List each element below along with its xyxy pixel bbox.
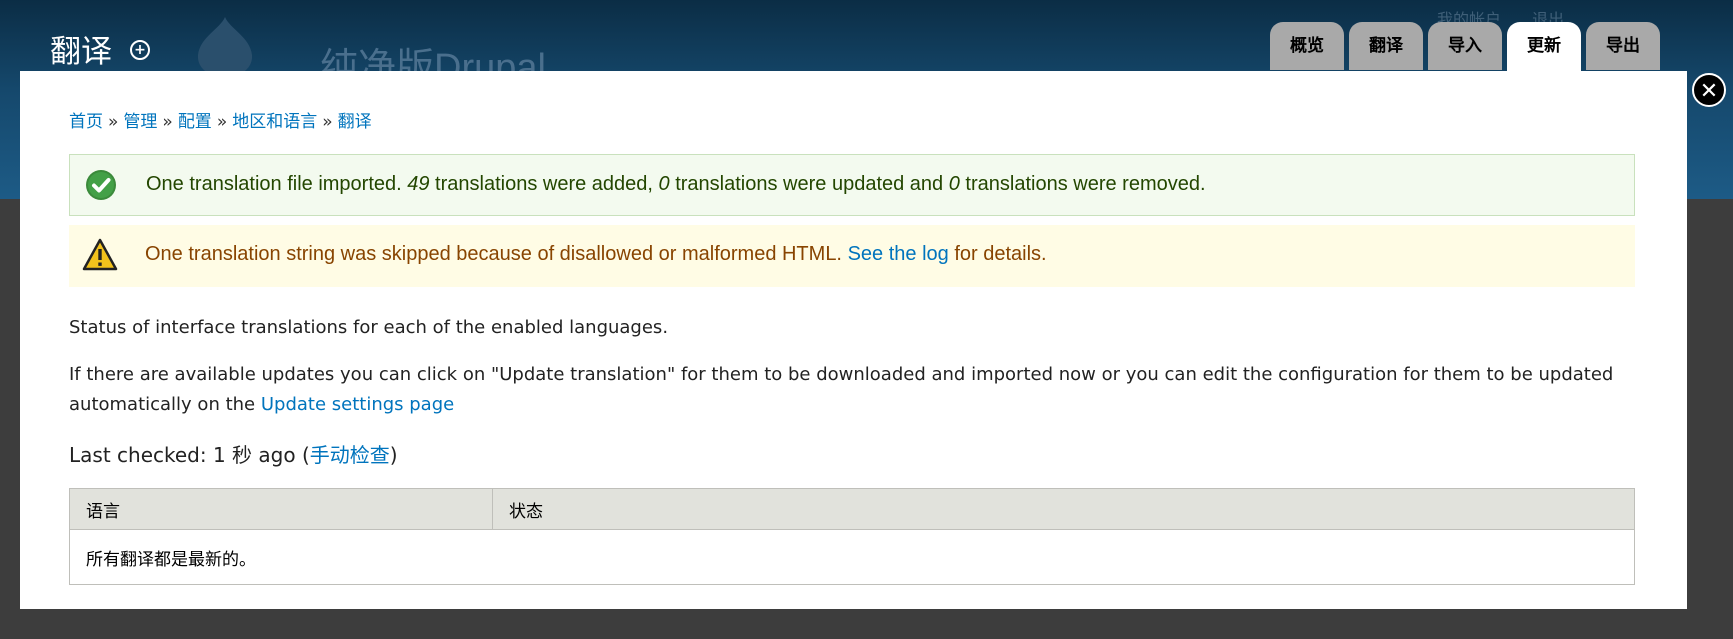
warning-message: One translation string was skipped becau… [69, 225, 1635, 287]
status-text: One translation file imported. [146, 173, 408, 195]
check-icon [86, 170, 116, 200]
column-header-status[interactable]: 状态 [492, 488, 1635, 530]
warning-icon [82, 238, 118, 271]
status-text: translations were updated and [669, 173, 949, 195]
drupal-logo-icon [197, 17, 253, 75]
empty-table-text: 所有翻译都是最新的。 [69, 529, 1635, 585]
page-title: 翻译 [50, 34, 112, 70]
manual-check-link[interactable]: 手动检查 [310, 443, 390, 467]
status-intro: Status of interface translations for eac… [69, 317, 669, 338]
last-checked-label: Last checked: 1 秒 ago ( [69, 443, 310, 467]
last-checked-close: ) [389, 443, 398, 467]
status-text: translations were added, [429, 173, 659, 195]
translation-status-table: 语言 状态 所有翻译都是最新的。 [69, 488, 1635, 585]
close-icon[interactable]: ✕ [1692, 73, 1726, 107]
breadcrumb-admin[interactable]: 管理 [123, 112, 157, 132]
breadcrumb-translate[interactable]: 翻译 [338, 112, 372, 132]
breadcrumb-region-language[interactable]: 地区和语言 [232, 112, 317, 132]
warning-text: One translation string was skipped becau… [145, 243, 848, 265]
last-checked: Last checked: 1 秒 ago (手动检查) [69, 439, 398, 468]
update-settings-link[interactable]: Update settings page [261, 394, 454, 415]
breadcrumb-separator: » [162, 112, 173, 132]
breadcrumb-separator: » [322, 112, 333, 132]
breadcrumb-config[interactable]: 配置 [178, 112, 212, 132]
breadcrumb-home[interactable]: 首页 [69, 112, 103, 132]
removed-count: 0 [948, 173, 960, 195]
breadcrumb-separator: » [216, 112, 228, 132]
tab-import[interactable]: 导入 [1428, 22, 1502, 70]
plus-circle-icon[interactable]: + [130, 40, 150, 60]
tab-export[interactable]: 导出 [1586, 22, 1660, 70]
tab-overview[interactable]: 概览 [1270, 22, 1344, 70]
table-row: 所有翻译都是最新的。 [69, 529, 1635, 585]
updates-paragraph: If there are available updates you can c… [69, 360, 1649, 420]
column-header-language[interactable]: 语言 [69, 488, 493, 530]
breadcrumb: 首页» 管理» 配置» 地区和语言» 翻译 [69, 107, 372, 132]
added-count: 49 [407, 173, 430, 195]
table-header-row: 语言 状态 [69, 488, 1635, 530]
tab-update[interactable]: 更新 [1507, 22, 1581, 72]
tab-translate[interactable]: 翻译 [1349, 22, 1423, 70]
warning-text: for details. [948, 243, 1047, 265]
updated-count: 0 [658, 173, 670, 195]
see-log-link[interactable]: See the log [848, 243, 949, 265]
breadcrumb-separator: » [108, 112, 119, 132]
status-message: One translation file imported. 49 transl… [69, 154, 1635, 216]
status-text: translations were removed. [959, 173, 1206, 195]
